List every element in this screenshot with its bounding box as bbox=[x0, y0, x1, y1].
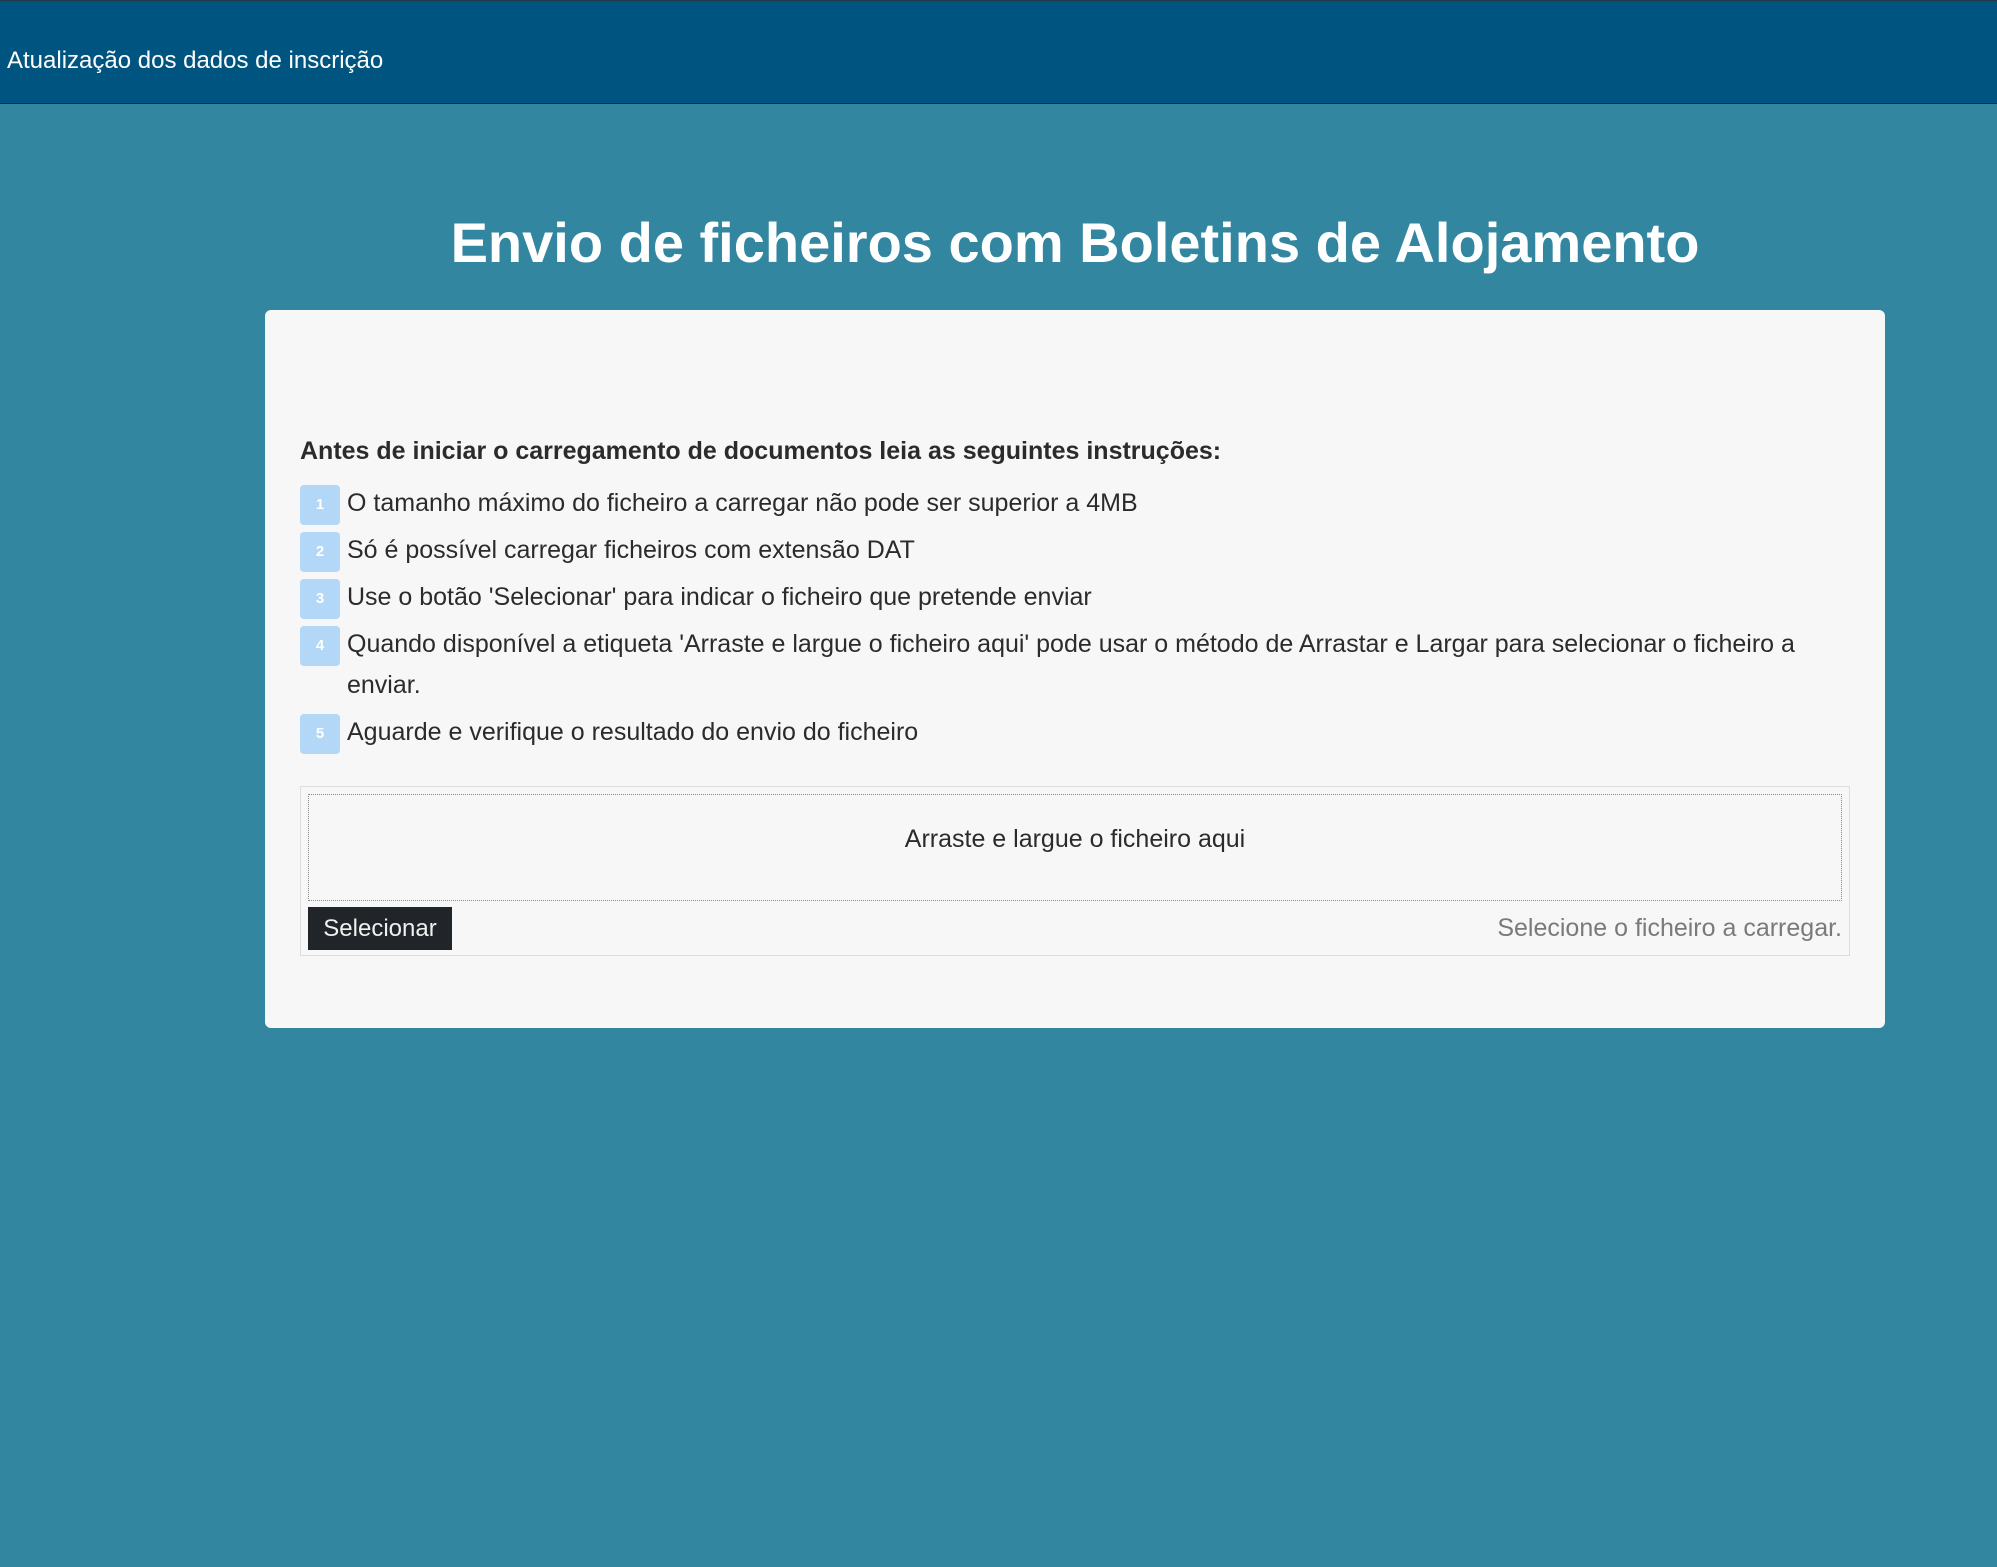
instruction-step-2: 2 Só é possível carregar ficheiros com e… bbox=[300, 530, 1860, 572]
step-number-badge: 3 bbox=[300, 579, 340, 619]
upload-panel: Antes de iniciar o carregamento de docum… bbox=[265, 310, 1885, 1028]
step-number-badge: 2 bbox=[300, 532, 340, 572]
file-status-text: Selecione o ficheiro a carregar. bbox=[1497, 914, 1842, 942]
top-navbar: Atualização dos dados de inscrição bbox=[0, 0, 1997, 104]
step-text: Quando disponível a etiqueta 'Arraste e … bbox=[347, 630, 1795, 699]
drop-zone[interactable]: Arraste e largue o ficheiro aqui bbox=[308, 794, 1842, 901]
step-number-badge: 1 bbox=[300, 485, 340, 525]
page-title: Envio de ficheiros com Boletins de Aloja… bbox=[450, 211, 1700, 274]
step-text: Use o botão 'Selecionar' para indicar o … bbox=[347, 583, 1092, 611]
select-file-button[interactable]: Selecionar bbox=[308, 907, 452, 950]
step-text: Aguarde e verifique o resultado do envio… bbox=[347, 718, 919, 746]
navbar-title-link[interactable]: Atualização dos dados de inscrição bbox=[7, 43, 383, 79]
instructions-heading: Antes de iniciar o carregamento de docum… bbox=[300, 437, 1222, 465]
instructions-list: 1 O tamanho máximo do ficheiro a carrega… bbox=[300, 483, 1860, 759]
step-text: Só é possível carregar ficheiros com ext… bbox=[347, 536, 915, 564]
instruction-step-3: 3 Use o botão 'Selecionar' para indicar … bbox=[300, 577, 1860, 619]
instruction-step-5: 5 Aguarde e verifique o resultado do env… bbox=[300, 712, 1860, 754]
step-number-badge: 4 bbox=[300, 626, 340, 666]
step-number-badge: 5 bbox=[300, 714, 340, 754]
instruction-step-4: 4 Quando disponível a etiqueta 'Arraste … bbox=[300, 624, 1860, 706]
step-text: O tamanho máximo do ficheiro a carregar … bbox=[347, 489, 1138, 517]
instruction-step-1: 1 O tamanho máximo do ficheiro a carrega… bbox=[300, 483, 1860, 525]
file-uploader: Arraste e largue o ficheiro aqui Selecio… bbox=[300, 786, 1850, 956]
